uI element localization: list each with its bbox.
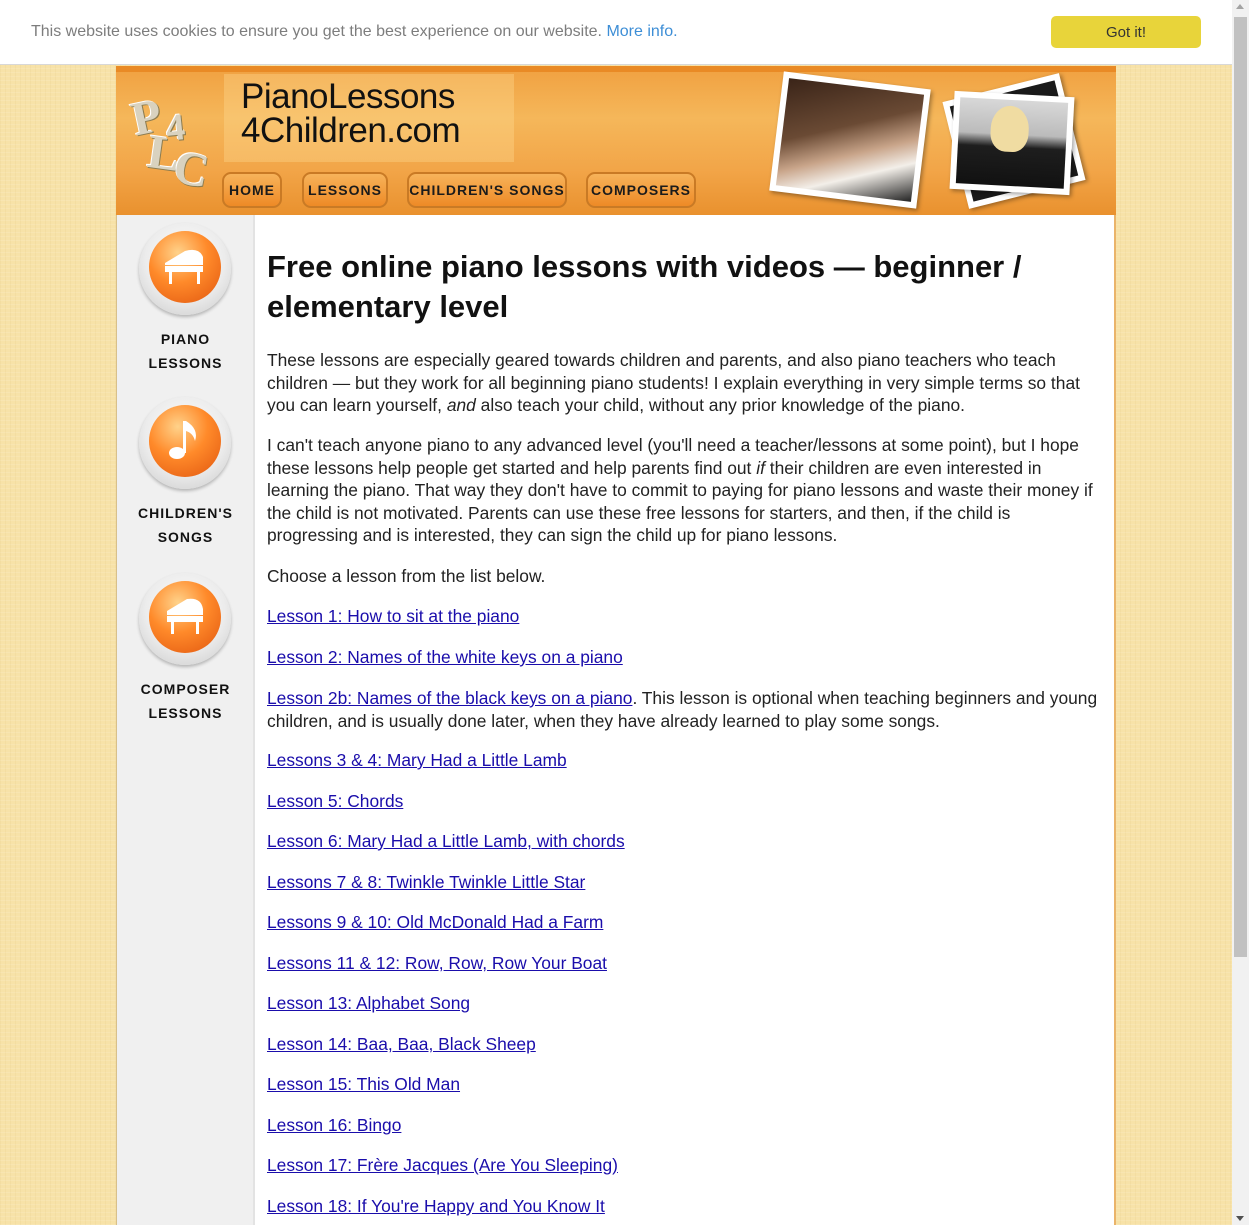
scroll-up-arrow-icon[interactable] — [1236, 4, 1244, 9]
nav-childrens-songs[interactable]: CHILDREN'S SONGS — [407, 172, 567, 208]
list-item: Lesson 1: How to sit at the piano — [267, 605, 1102, 628]
lesson-6-link[interactable]: Lesson 6: Mary Had a Little Lamb, with c… — [267, 831, 625, 851]
sidebar-label-piano-lessons: PIANO LESSONS — [148, 331, 223, 371]
lesson-5-link[interactable]: Lesson 5: Chords — [267, 791, 403, 811]
list-item: Lesson 6: Mary Had a Little Lamb, with c… — [267, 830, 1102, 853]
list-item: Lesson 13: Alphabet Song — [267, 992, 1102, 1015]
more-info-link[interactable]: More info. — [606, 23, 677, 40]
lesson-13-link[interactable]: Lesson 13: Alphabet Song — [267, 993, 470, 1013]
sidebar-label-composer-lessons: COMPOSER LESSONS — [140, 681, 231, 721]
music-note-icon — [139, 397, 231, 489]
sidebar-label-childrens-songs: CHILDREN'S SONGS — [138, 505, 233, 545]
list-item: Lesson 14: Baa, Baa, Black Sheep — [267, 1033, 1102, 1056]
nav-composers[interactable]: COMPOSERS — [586, 172, 696, 208]
scroll-down-arrow-icon[interactable] — [1236, 1216, 1244, 1221]
sidebar: PIANO LESSONS CHILDREN'S SONGS COMPOSER … — [116, 215, 254, 1225]
scroll-thumb[interactable] — [1234, 17, 1247, 957]
lesson-7-8-link[interactable]: Lessons 7 & 8: Twinkle Twinkle Little St… — [267, 872, 585, 892]
grand-piano-icon — [139, 223, 231, 315]
intro-paragraph: These lessons are especially geared towa… — [267, 350, 1080, 415]
nav-home[interactable]: HOME — [222, 172, 282, 208]
page-title: Free online piano lessons with videos — … — [267, 249, 1022, 324]
choose-lesson-text: Choose a lesson from the list below. — [267, 566, 546, 586]
lesson-11-12-link[interactable]: Lessons 11 & 12: Row, Row, Row Your Boat — [267, 953, 607, 973]
nav-lessons[interactable]: LESSONS — [302, 172, 388, 208]
plc-logo[interactable]: P L 4 C — [126, 86, 226, 199]
cookie-banner: This website uses cookies to ensure you … — [0, 0, 1232, 65]
list-item: Lesson 2: Names of the white keys on a p… — [267, 646, 1102, 669]
got-it-button[interactable]: Got it! — [1051, 16, 1201, 48]
list-item: Lesson 18: If You're Happy and You Know … — [267, 1195, 1102, 1218]
list-item: Lessons 7 & 8: Twinkle Twinkle Little St… — [267, 871, 1102, 894]
list-item: Lessons 11 & 12: Row, Row, Row Your Boat — [267, 952, 1102, 975]
cookie-message-text: This website uses cookies to ensure you … — [31, 23, 602, 40]
lesson-16-link[interactable]: Lesson 16: Bingo — [267, 1115, 401, 1135]
lesson-17-link[interactable]: Lesson 17: Frère Jacques (Are You Sleepi… — [267, 1155, 618, 1175]
list-item: Lesson 15: This Old Man — [267, 1073, 1102, 1096]
lesson-3-4-link[interactable]: Lessons 3 & 4: Mary Had a Little Lamb — [267, 750, 567, 770]
lesson-1-link[interactable]: Lesson 1: How to sit at the piano — [267, 606, 519, 626]
child-at-piano-photo — [949, 90, 1075, 196]
list-item: Lesson 17: Frère Jacques (Are You Sleepi… — [267, 1154, 1102, 1177]
list-item: Lesson 5: Chords — [267, 790, 1102, 813]
lesson-2-link[interactable]: Lesson 2: Names of the white keys on a p… — [267, 647, 623, 667]
lesson-14-link[interactable]: Lesson 14: Baa, Baa, Black Sheep — [267, 1034, 536, 1054]
site-name-line1: PianoLessons — [241, 77, 455, 116]
list-item: Lessons 9 & 10: Old McDonald Had a Farm — [267, 911, 1102, 934]
page-scrollbar[interactable] — [1232, 0, 1249, 1225]
piano-hands-photo — [769, 71, 931, 209]
lesson-2b-link[interactable]: Lesson 2b: Names of the black keys on a … — [267, 688, 632, 708]
page-body: PIANO LESSONS CHILDREN'S SONGS COMPOSER … — [116, 215, 1116, 1225]
lesson-15-link[interactable]: Lesson 15: This Old Man — [267, 1074, 460, 1094]
lesson-9-10-link[interactable]: Lessons 9 & 10: Old McDonald Had a Farm — [267, 912, 603, 932]
site-name[interactable]: PianoLessons 4Children.com — [241, 77, 461, 150]
site-name-line2: 4Children.com — [241, 111, 461, 150]
list-item: Lesson 16: Bingo — [267, 1114, 1102, 1137]
second-paragraph: I can't teach anyone piano to any advanc… — [267, 435, 1093, 545]
main-content: Free online piano lessons with videos — … — [255, 215, 1116, 1225]
site-header: P L 4 C PianoLessons 4Children.com HOME … — [116, 66, 1116, 215]
list-item: Lessons 3 & 4: Mary Had a Little Lamb — [267, 749, 1102, 772]
list-item: Lesson 2b: Names of the black keys on a … — [267, 687, 1102, 732]
grand-piano-icon — [139, 573, 231, 665]
lesson-18-link[interactable]: Lesson 18: If You're Happy and You Know … — [267, 1196, 605, 1216]
cookie-message: This website uses cookies to ensure you … — [31, 23, 678, 41]
